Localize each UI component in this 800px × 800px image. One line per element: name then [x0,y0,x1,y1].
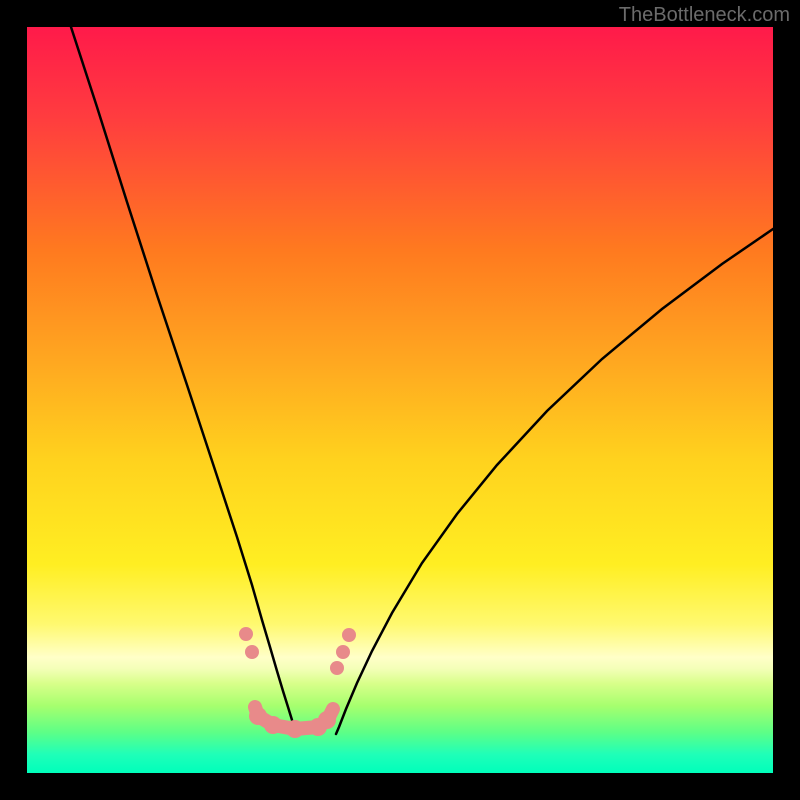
marker-dot [245,645,259,659]
marker-dot [330,661,344,675]
marker-dot [249,707,267,725]
outer-frame: TheBottleneck.com [0,0,800,800]
marker-dot [318,711,336,729]
plot-area [27,27,773,773]
marker-dot [264,716,282,734]
watermark-text: TheBottleneck.com [619,4,790,27]
marker-dot [286,720,304,738]
marker-dot [239,627,253,641]
chart-svg [27,27,773,773]
gradient-background [27,27,773,773]
marker-dot [336,645,350,659]
marker-dot [342,628,356,642]
